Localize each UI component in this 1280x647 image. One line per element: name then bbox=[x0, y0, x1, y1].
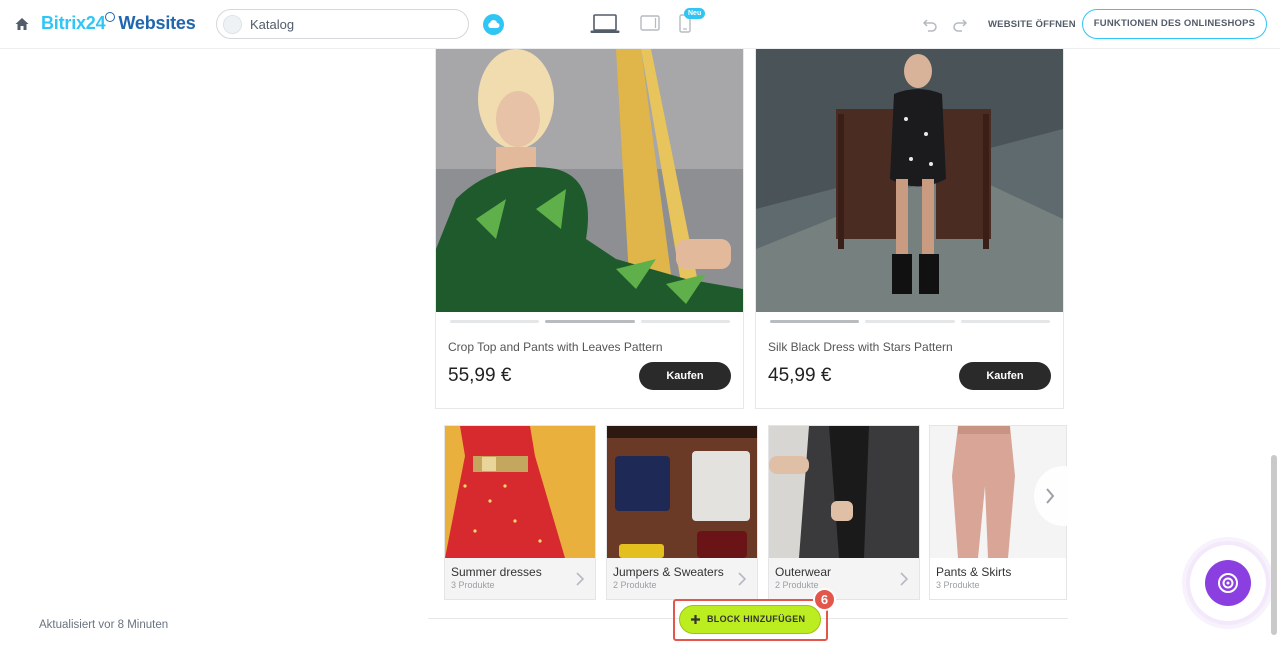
brand-logo[interactable]: Bitrix24 Websites bbox=[41, 12, 196, 34]
category-name: Pants & Skirts bbox=[936, 565, 1012, 579]
undo-icon[interactable] bbox=[922, 16, 938, 32]
category-tile[interactable]: Summer dresses 3 Produkte bbox=[444, 425, 596, 600]
product-name[interactable]: Crop Top and Pants with Leaves Pattern bbox=[448, 340, 663, 354]
add-block-button[interactable]: BLOCK HINZUFÜGEN bbox=[679, 605, 821, 634]
category-name: Outerwear bbox=[775, 565, 832, 579]
product-name[interactable]: Silk Black Dress with Stars Pattern bbox=[768, 340, 953, 354]
chevron-right-icon bbox=[1046, 488, 1055, 504]
page-thumbnail-icon bbox=[223, 15, 242, 34]
product-image[interactable] bbox=[756, 49, 1063, 312]
category-tile[interactable]: Jumpers & Sweaters 2 Produkte bbox=[606, 425, 758, 600]
last-updated-text: Aktualisiert vor 8 Minuten bbox=[39, 619, 169, 631]
page-selector-value: Katalog bbox=[250, 17, 295, 32]
category-caption: Pants & Skirts 3 Produkte bbox=[930, 558, 1066, 599]
plus-icon bbox=[691, 615, 700, 624]
shop-features-button[interactable]: FUNKTIONEN DES ONLINESHOPS bbox=[1082, 9, 1267, 39]
brand-product: Websites bbox=[118, 13, 196, 33]
category-image bbox=[445, 426, 595, 558]
category-count: 3 Produkte bbox=[936, 580, 980, 590]
category-count: 2 Produkte bbox=[775, 580, 819, 590]
buy-button[interactable]: Kaufen bbox=[639, 362, 731, 390]
category-image bbox=[769, 426, 919, 558]
chevron-right-icon bbox=[576, 572, 585, 586]
category-name: Summer dresses bbox=[451, 565, 542, 579]
step-number-badge: 6 bbox=[813, 588, 836, 611]
category-count: 2 Produkte bbox=[613, 580, 657, 590]
clock-icon bbox=[105, 12, 116, 22]
category-tile[interactable]: Outerwear 2 Produkte bbox=[768, 425, 920, 600]
page-selector[interactable]: Katalog bbox=[216, 9, 469, 39]
brand-name: Bitrix24 bbox=[41, 13, 106, 33]
product-price: 55,99 € bbox=[448, 365, 512, 386]
tablet-view-icon[interactable] bbox=[640, 15, 660, 31]
redo-icon[interactable] bbox=[952, 16, 968, 32]
home-icon[interactable] bbox=[14, 16, 30, 32]
open-website-link[interactable]: WEBSITE ÖFFNEN bbox=[988, 19, 1076, 30]
image-slider-dots[interactable] bbox=[770, 320, 1050, 323]
chevron-right-icon bbox=[738, 572, 747, 586]
add-block-label: BLOCK HINZUFÜGEN bbox=[707, 614, 806, 624]
assistant-button[interactable] bbox=[1190, 545, 1266, 621]
top-bar: Bitrix24 Websites Katalog Neu WEBSITE ÖFF… bbox=[0, 0, 1280, 49]
product-price: 45,99 € bbox=[768, 365, 832, 386]
product-image[interactable] bbox=[436, 49, 743, 312]
chevron-right-icon bbox=[900, 572, 909, 586]
assistant-icon bbox=[1205, 560, 1251, 606]
desktop-view-icon[interactable] bbox=[590, 14, 620, 34]
category-caption: Summer dresses 3 Produkte bbox=[445, 558, 595, 599]
product-card[interactable]: Crop Top and Pants with Leaves Pattern 5… bbox=[435, 49, 744, 409]
cloud-icon[interactable] bbox=[483, 14, 504, 35]
buy-button[interactable]: Kaufen bbox=[959, 362, 1051, 390]
product-card[interactable]: Silk Black Dress with Stars Pattern 45,9… bbox=[755, 49, 1064, 409]
category-count: 3 Produkte bbox=[451, 580, 495, 590]
scrollbar[interactable] bbox=[1271, 455, 1277, 635]
category-image bbox=[607, 426, 757, 558]
category-caption: Outerwear 2 Produkte bbox=[769, 558, 919, 599]
category-name: Jumpers & Sweaters bbox=[613, 565, 724, 579]
new-badge: Neu bbox=[684, 8, 706, 19]
image-slider-dots[interactable] bbox=[450, 320, 730, 323]
category-caption: Jumpers & Sweaters 2 Produkte bbox=[607, 558, 757, 599]
